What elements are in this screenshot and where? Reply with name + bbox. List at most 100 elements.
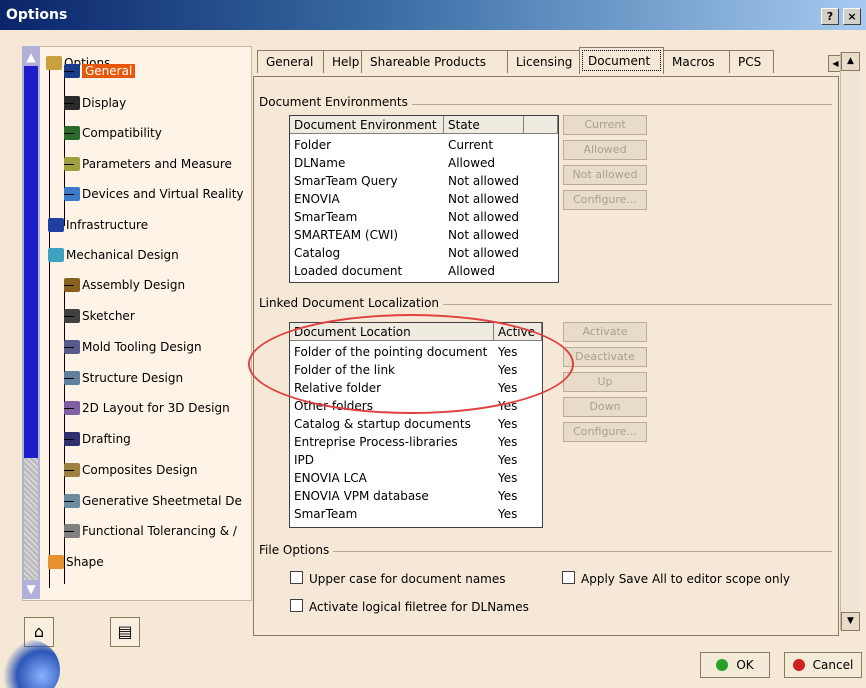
list-item-state[interactable]: Not allowed [448,172,519,190]
upper-case-checkbox[interactable]: Upper case for document names [290,571,506,586]
list-item-active[interactable]: Yes [498,487,517,505]
linked-doc-list[interactable]: Document Location Active Folder of the p… [289,322,543,528]
list-item[interactable]: SmarTeam Query [294,172,398,190]
list-item[interactable]: Folder [294,136,331,154]
list-item-active[interactable]: Yes [498,505,517,523]
list-item[interactable]: Loaded document [294,262,402,280]
list-item-state[interactable]: Not allowed [448,190,519,208]
list-item-state[interactable]: Not allowed [448,244,519,262]
tree-item[interactable]: Mechanical Design [48,244,179,266]
list-item[interactable]: ENOVIA LCA [294,469,367,487]
list-item-state[interactable]: Not allowed [448,208,519,226]
logical-filetree-checkbox[interactable]: Activate logical filetree for DLNames [290,599,529,614]
list-item[interactable]: ENOVIA VPM database [294,487,429,505]
list-item-active[interactable]: Yes [498,433,517,451]
list-item[interactable]: Catalog & startup documents [294,415,471,433]
tree-item-label: Infrastructure [66,218,149,232]
tree-item[interactable]: Parameters and Measure [64,153,232,175]
configure-location-button[interactable]: Configure... [563,422,647,442]
list-item[interactable]: IPD [294,451,314,469]
tree-item[interactable]: Mold Tooling Design [64,336,202,358]
list-item-state[interactable]: Not allowed [448,226,519,244]
list-item[interactable]: Catalog [294,244,340,262]
list-item-state[interactable]: Allowed [448,262,495,280]
checkbox-box[interactable] [290,599,303,612]
list-item[interactable]: ENOVIA [294,190,340,208]
scroll-down-arrow-icon[interactable]: ▼ [22,580,40,598]
scrollbar-track[interactable] [24,458,38,580]
tree-item[interactable]: General [64,60,136,82]
tree-document-icon[interactable]: ▤ [110,617,140,647]
not-allowed-button[interactable]: Not allowed [563,165,647,185]
tree-item[interactable]: Structure Design [64,367,183,389]
tree-scrollbar[interactable]: ▲ ▼ [22,46,40,599]
cancel-icon [792,659,805,671]
tree-item[interactable]: Composites Design [64,459,198,481]
scroll-up-arrow-icon[interactable]: ▲ [841,52,860,71]
scroll-up-arrow-icon[interactable]: ▲ [22,48,40,66]
tree-item[interactable]: Drafting [64,428,131,450]
tab[interactable]: General [257,50,324,73]
allowed-button[interactable]: Allowed [563,140,647,160]
tree-item[interactable]: Shape [48,551,104,573]
tree-item[interactable]: Functional Tolerancing & / [64,520,237,542]
cancel-button[interactable]: Cancel [784,652,862,678]
list-item-state[interactable]: Allowed [448,154,495,172]
tree-item[interactable]: Infrastructure [48,214,148,236]
list-item[interactable]: DLName [294,154,345,172]
tree-item[interactable]: Sketcher [64,305,135,327]
apply-save-all-checkbox[interactable]: Apply Save All to editor scope only [562,571,790,586]
column-header[interactable]: Active [494,323,542,341]
activate-button[interactable]: Activate [563,322,647,342]
checkbox-box[interactable] [290,571,303,584]
configure-button[interactable]: Configure... [563,190,647,210]
tab[interactable]: Shareable Products [361,50,508,73]
list-item[interactable]: Other folders [294,397,373,415]
tab[interactable]: Licensing [507,50,580,73]
tree-item-label: Display [82,96,127,110]
close-button[interactable]: × [843,8,861,25]
list-item-active[interactable]: Yes [498,397,517,415]
current-button[interactable]: Current [563,115,647,135]
list-item[interactable]: Folder of the link [294,361,395,379]
tree-item[interactable]: Compatibility [64,122,162,144]
ok-button[interactable]: OK [700,652,770,678]
tab[interactable]: Help [323,50,362,73]
list-item-state[interactable]: Current [448,136,493,154]
column-header[interactable]: Document Location [290,323,494,341]
tab[interactable]: PCS [729,50,774,73]
tab[interactable]: Macros [663,50,730,73]
list-item[interactable]: Relative folder [294,379,381,397]
scroll-down-arrow-icon[interactable]: ▼ [841,612,860,631]
tab[interactable]: Document [579,47,664,74]
content-scrollbar[interactable]: ▲ ▼ [840,52,860,631]
list-item[interactable]: Entreprise Process-libraries [294,433,458,451]
help-button[interactable]: ? [821,8,839,25]
options-icon [46,56,62,70]
tree-connector [64,470,74,471]
group-divider [262,551,832,552]
tree-item[interactable]: Devices and Virtual Reality [64,183,244,205]
column-header[interactable]: State [444,116,524,134]
tree-connector [49,68,50,588]
tree-item[interactable]: 2D Layout for 3D Design [64,397,230,419]
tree-item[interactable]: Assembly Design [64,274,185,296]
list-item[interactable]: SmarTeam [294,208,357,226]
list-item-active[interactable]: Yes [498,343,517,361]
checkbox-box[interactable] [562,571,575,584]
list-item[interactable]: SmarTeam [294,505,357,523]
list-item-active[interactable]: Yes [498,361,517,379]
list-item[interactable]: Folder of the pointing document [294,343,487,361]
list-item-active[interactable]: Yes [498,415,517,433]
down-button[interactable]: Down [563,397,647,417]
tree-item[interactable]: Generative Sheetmetal De [64,490,242,512]
list-item[interactable]: SMARTEAM (CWI) [294,226,398,244]
list-item-active[interactable]: Yes [498,451,517,469]
deactivate-button[interactable]: Deactivate [563,347,647,367]
scrollbar-thumb[interactable] [24,66,38,458]
column-header[interactable]: Document Environment [290,116,444,134]
list-item-active[interactable]: Yes [498,379,517,397]
up-button[interactable]: Up [563,372,647,392]
doc-env-list[interactable]: Document Environment State Folder Current… [289,115,559,283]
list-item-active[interactable]: Yes [498,469,517,487]
